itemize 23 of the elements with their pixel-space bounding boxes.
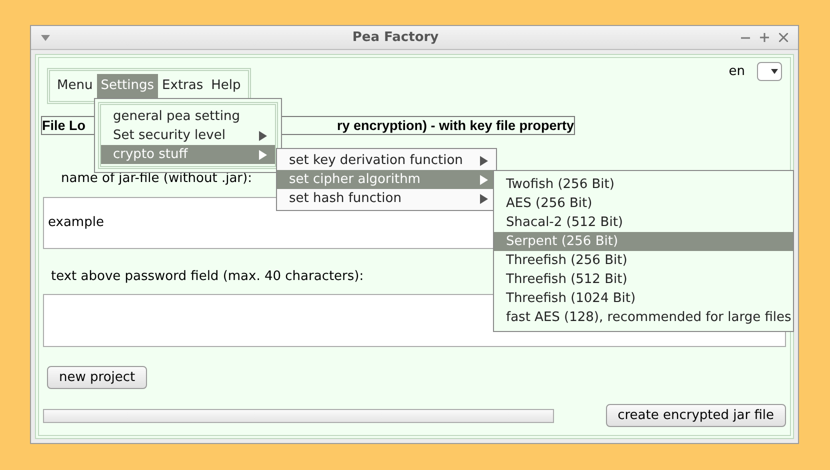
menu-item[interactable]: Set security level [101, 126, 275, 145]
menu-item[interactable]: fast AES (128), recommended for large files [494, 308, 793, 327]
menu-title[interactable]: Help [207, 74, 245, 98]
header-text: ry encryption) - with key file property [336, 117, 574, 134]
maximize-icon[interactable] [760, 33, 769, 42]
menu-item[interactable]: general pea setting [101, 107, 275, 126]
create-jar-button[interactable]: create encrypted jar file [606, 404, 786, 427]
menu-item[interactable]: set key derivation function [277, 151, 496, 170]
window-menu-icon[interactable] [41, 34, 50, 40]
language-label: en [728, 63, 745, 81]
menu-item[interactable]: Threefish (512 Bit) [494, 270, 793, 289]
menu-item[interactable]: Threefish (256 Bit) [494, 251, 793, 270]
field-label: text above password field (max. 40 characters): [51, 268, 364, 286]
dropdown-arrow-icon [771, 69, 778, 74]
menu-title[interactable]: Menu [53, 74, 97, 98]
menu-title[interactable]: Extras [158, 74, 208, 98]
header-text: File Lo [42, 117, 86, 134]
new-project-button[interactable]: new project [47, 366, 148, 389]
menu-item[interactable]: Threefish (1024 Bit) [494, 289, 793, 308]
menu-item[interactable]: Twofish (256 Bit) [494, 175, 793, 194]
window-title: Pea Factory [351, 28, 440, 47]
close-icon[interactable] [779, 33, 788, 42]
language-dropdown[interactable] [757, 62, 782, 82]
